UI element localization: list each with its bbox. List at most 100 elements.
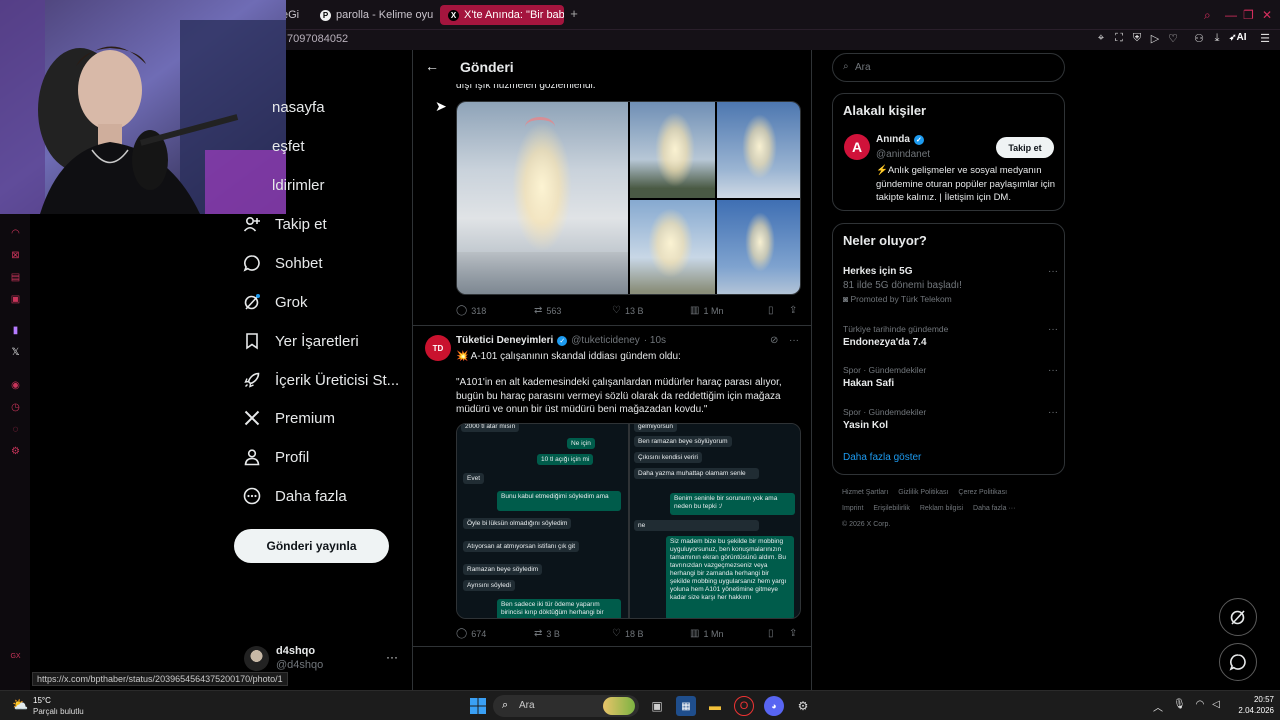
repost-button[interactable]: ⇄ 563	[534, 305, 561, 316]
trend-item[interactable]: Türkiye tarihinde gündemde Endonezya'da …	[843, 324, 1058, 348]
author-handle[interactable]: @tuketicideney	[571, 335, 640, 346]
twitch-icon[interactable]: ▮	[9, 324, 22, 337]
author-name[interactable]: Tüketici Deneyimleri	[456, 335, 553, 346]
tweet-time[interactable]: · 10s	[644, 335, 666, 346]
windows-start-icon[interactable]	[468, 696, 488, 716]
post-image[interactable]	[630, 200, 715, 294]
post-image[interactable]	[630, 102, 715, 198]
gx-icon[interactable]: GX	[9, 650, 22, 663]
nav-item-chat[interactable]: Sohbet	[243, 250, 323, 276]
history-icon[interactable]: ◉	[9, 379, 22, 392]
reply-button[interactable]: ◯ 674	[456, 628, 486, 639]
like-button[interactable]: ♡ 18 B	[612, 628, 643, 639]
menu-icon[interactable]: ☰	[1258, 32, 1272, 45]
taskbar-search[interactable]: ⌕ Ara	[493, 695, 639, 717]
close-icon[interactable]: ✕	[1262, 8, 1272, 22]
snapshot-icon[interactable]: ⛶	[1112, 32, 1126, 45]
clock[interactable]: 20:57 2.04.2026	[1224, 694, 1274, 716]
related-handle[interactable]: @anindanet	[876, 149, 930, 160]
more-options-icon[interactable]: ···	[789, 335, 799, 346]
more-options-icon[interactable]: ···	[1048, 365, 1058, 376]
browser-tab[interactable]: P parolla - Kelime oyunu. G	[312, 5, 434, 25]
related-name[interactable]: Anında ✓	[876, 134, 924, 145]
nav-item-home[interactable]: nasayfa	[272, 94, 325, 120]
footer-link[interactable]: Imprint	[842, 505, 863, 512]
footer-link[interactable]: Reklam bilgisi	[920, 505, 963, 512]
minimize-icon[interactable]: —	[1225, 8, 1237, 22]
wifi-icon[interactable]: ◠	[1194, 699, 1206, 710]
post-image[interactable]	[717, 102, 800, 198]
ai-button[interactable]: ➶AI	[1229, 32, 1247, 43]
nav-item-grok[interactable]: Grok	[243, 289, 308, 315]
post-button[interactable]: Gönderi yayınla	[234, 529, 389, 563]
aria-icon[interactable]: ◠	[9, 227, 22, 240]
settings-icon[interactable]: ⚙	[9, 445, 22, 458]
nav-item-more[interactable]: Daha fazla	[243, 483, 347, 509]
post-image-grid[interactable]	[456, 101, 801, 295]
x-sidebar-icon[interactable]: 𝕏	[9, 346, 22, 359]
share-button[interactable]: ⇪	[789, 305, 797, 316]
nav-item-follow[interactable]: Takip et	[243, 211, 327, 237]
account-switcher[interactable]: d4shqo @d4shqo ···	[244, 644, 404, 674]
messages-fab-button[interactable]	[1219, 643, 1257, 681]
task-view-icon[interactable]: ▣	[647, 696, 667, 716]
search-input[interactable]: ⌕ Ara	[832, 53, 1065, 82]
player-icon[interactable]: ▣	[9, 293, 22, 306]
nav-item-premium[interactable]: Premium	[243, 405, 335, 431]
download-icon[interactable]: ⤓	[1210, 32, 1224, 45]
microphone-icon[interactable]: 🎙	[1173, 699, 1186, 710]
extensions-icon[interactable]: ⊠	[9, 249, 22, 262]
footer-link[interactable]: Gizlilik Politikası	[898, 489, 948, 496]
browser-tab-active[interactable]: X X'te Anında: "Bir baba, oğ	[440, 5, 564, 25]
share-button[interactable]: ⇪	[789, 628, 797, 639]
more-options-icon[interactable]: ···	[386, 650, 398, 664]
footer-link[interactable]: Hizmet Şartları	[842, 489, 888, 496]
pin-icon[interactable]: ⌖	[1094, 32, 1108, 45]
maximize-icon[interactable]: ❐	[1243, 8, 1254, 22]
url-text[interactable]: 7097084052	[287, 33, 348, 45]
more-options-icon[interactable]: ···	[1048, 266, 1058, 277]
nav-item-profile[interactable]: Profil	[243, 444, 309, 470]
trend-item[interactable]: Spor · Gündemdekiler Yasin Kol ···	[843, 407, 1058, 431]
nav-item-notifications[interactable]: ldirimler	[272, 172, 325, 198]
trend-item[interactable]: Herkes için 5G 81 ilde 5G dönemi başladı…	[843, 266, 1058, 304]
repost-button[interactable]: ⇄ 3 B	[534, 628, 560, 639]
file-explorer-icon[interactable]: ▬	[705, 696, 725, 716]
clock-icon[interactable]: ◷	[9, 401, 22, 414]
show-more-link[interactable]: Daha fazla göster	[843, 452, 921, 463]
play-icon[interactable]: ▷	[1148, 32, 1162, 45]
new-tab-icon[interactable]: +	[567, 7, 581, 21]
shield-icon[interactable]: ⛨	[1130, 32, 1144, 45]
app-icon[interactable]: ⚙	[793, 696, 813, 716]
nav-item-bookmarks[interactable]: Yer İşaretleri	[243, 328, 359, 354]
more-options-icon[interactable]: ···	[1048, 324, 1058, 335]
post-image[interactable]	[457, 102, 628, 294]
search-tabs-icon[interactable]: ⌕	[1204, 8, 1211, 23]
views-button[interactable]: ▥ 1 Mn	[690, 305, 723, 316]
discord-icon[interactable]: ◕	[764, 696, 784, 716]
grok-fab-button[interactable]	[1219, 598, 1257, 636]
footer-link[interactable]: Erişilebilirlik	[873, 505, 910, 512]
trend-item[interactable]: Spor · Gündemdekiler Hakan Safi ···	[843, 365, 1058, 389]
messenger-icon[interactable]: ▤	[9, 271, 22, 284]
avatar[interactable]: TD	[425, 335, 451, 361]
grok-explain-icon[interactable]: ⊘	[770, 335, 778, 346]
footer-link[interactable]: Daha fazla ···	[973, 505, 1015, 512]
follow-button[interactable]: Takip et	[996, 137, 1054, 158]
opera-gx-icon[interactable]: O	[734, 696, 754, 716]
heart-icon[interactable]: ♡	[1166, 32, 1180, 45]
nav-item-creator-studio[interactable]: İçerik Üreticisi St...	[243, 367, 399, 393]
like-button[interactable]: ♡ 13 B	[612, 305, 643, 316]
volume-icon[interactable]: ◁	[1210, 699, 1222, 710]
reply-button[interactable]: ◯ 318	[456, 305, 486, 316]
views-button[interactable]: ▥ 1 Mn	[690, 628, 723, 639]
chat-sidebar-icon[interactable]: ◌	[9, 423, 22, 436]
tweet-image[interactable]: 2000 tl atar mısın Ne için 10 tl açığı i…	[456, 423, 801, 619]
profile-icon[interactable]: ⚇	[1192, 32, 1206, 45]
bookmark-button[interactable]: ▯	[768, 628, 774, 639]
bookmark-button[interactable]: ▯	[768, 305, 774, 316]
footer-link[interactable]: Çerez Politikası	[958, 489, 1007, 496]
post-image[interactable]	[717, 200, 800, 294]
back-arrow-icon[interactable]: ←	[425, 58, 439, 74]
store-icon[interactable]: ▦	[676, 696, 696, 716]
